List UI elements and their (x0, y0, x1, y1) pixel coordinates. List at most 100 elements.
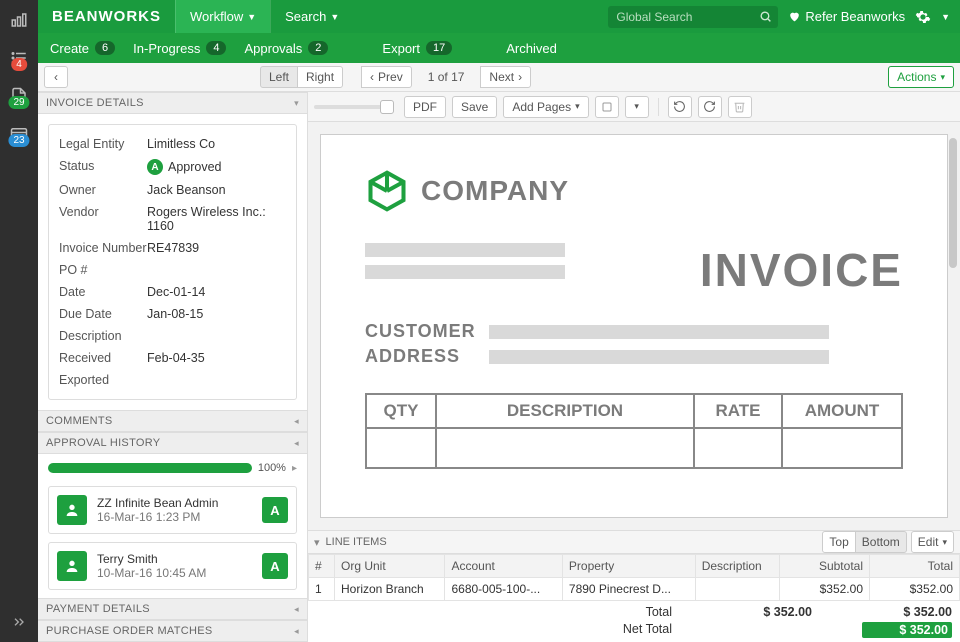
chevron-left-icon: ◂ (294, 438, 299, 449)
top-button[interactable]: Top (822, 531, 855, 553)
sub-nav: Create6 In-Progress4 Approvals2 Export17… (38, 33, 960, 63)
line-items-header: ▾ LINE ITEMS Top Bottom Edit ▾ (308, 530, 960, 554)
col-org[interactable]: Org Unit (335, 555, 445, 578)
expand-icon[interactable] (9, 612, 29, 632)
table-row[interactable]: 1 Horizon Branch 6680-005-100-... 7890 P… (309, 578, 960, 601)
zoom-slider[interactable] (314, 105, 394, 109)
value-received: Feb-04-35 (147, 351, 286, 365)
brand-logo[interactable]: BEANWORKS (38, 0, 175, 33)
back-button[interactable]: ‹ (44, 66, 68, 88)
caret-down-icon: ▾ (575, 101, 580, 112)
scrollbar[interactable] (949, 138, 957, 268)
add-pages-button[interactable]: Add Pages ▾ (503, 96, 588, 118)
chart-icon[interactable] (9, 10, 29, 30)
col-rate: RATE (695, 395, 783, 427)
caret-button[interactable]: ▾ (625, 96, 649, 118)
label-date: Date (59, 285, 147, 299)
tab-export[interactable]: Export17 (382, 41, 452, 56)
global-search-input[interactable] (608, 6, 778, 28)
col-description[interactable]: Description (695, 555, 779, 578)
caret-down-icon[interactable]: ▼ (941, 12, 950, 22)
col-qty: QTY (367, 395, 437, 427)
invoice-table: QTY DESCRIPTION RATE AMOUNT (365, 393, 903, 469)
right-pane: PDF Save Add Pages ▾ ▾ (308, 92, 960, 642)
edit-button[interactable]: Edit ▾ (911, 531, 954, 553)
col-num[interactable]: # (309, 555, 335, 578)
approval-badge: A (262, 553, 288, 579)
tab-create[interactable]: Create6 (50, 41, 115, 56)
layout-left-button[interactable]: Left (260, 66, 298, 88)
col-account[interactable]: Account (445, 555, 562, 578)
top-bar: BEANWORKS Workflow▼ Search▼ Refer Beanwo… (38, 0, 960, 33)
undo-button[interactable] (668, 96, 692, 118)
checkbox-button[interactable] (595, 96, 619, 118)
value-description (147, 329, 286, 343)
page-toolbar: ‹ Left Right ‹Prev 1 of 17 Next› Actions… (38, 63, 960, 92)
left-pane: INVOICE DETAILS▾ Legal EntityLimitless C… (38, 92, 308, 642)
label-vendor: Vendor (59, 205, 147, 233)
refer-link[interactable]: Refer Beanworks (788, 9, 905, 24)
approver-time: 16-Mar-16 1:23 PM (97, 510, 252, 524)
value-invoice-number: RE47839 (147, 241, 286, 255)
approval-item[interactable]: Terry Smith10-Mar-16 10:45 AM A (48, 542, 297, 590)
caret-down-icon: ▾ (940, 72, 945, 83)
save-button[interactable]: Save (452, 96, 497, 118)
totals: Total$ 352.00$ 352.00 Net Total$ 352.00 (308, 601, 960, 642)
col-amount: AMOUNT (783, 395, 901, 427)
gear-icon[interactable] (915, 9, 931, 25)
tab-archived[interactable]: Archived (506, 41, 557, 56)
delete-button[interactable] (728, 96, 752, 118)
redo-button[interactable] (698, 96, 722, 118)
user-icon (57, 495, 87, 525)
value-po (147, 263, 286, 277)
po-matches-header[interactable]: PURCHASE ORDER MATCHES◂ (38, 620, 307, 642)
tab-approvals[interactable]: Approvals2 (244, 41, 328, 56)
label-description: Description (59, 329, 147, 343)
user-icon (57, 551, 87, 581)
payment-details-header[interactable]: PAYMENT DETAILS◂ (38, 598, 307, 620)
actions-button[interactable]: Actions▾ (888, 66, 954, 88)
caret-down-icon: ▼ (247, 12, 256, 22)
document-badge: 29 (8, 96, 29, 109)
col-property[interactable]: Property (562, 555, 695, 578)
invoice-page: COMPANY INVOICE CUSTOMER ADDRESS (320, 134, 948, 518)
col-subtotal[interactable]: Subtotal (780, 555, 870, 578)
pdf-button[interactable]: PDF (404, 96, 446, 118)
label-po: PO # (59, 263, 147, 277)
heart-icon (788, 10, 801, 23)
approver-time: 10-Mar-16 10:45 AM (97, 566, 252, 580)
placeholder-lines (365, 243, 565, 279)
chevron-left-icon: ◂ (294, 416, 299, 427)
value-legal-entity: Limitless Co (147, 137, 286, 151)
net-total-label: Net Total (582, 622, 672, 638)
search-icon[interactable] (759, 10, 772, 23)
next-button[interactable]: Next› (480, 66, 531, 88)
prev-button[interactable]: ‹Prev (361, 66, 412, 88)
approval-item[interactable]: ZZ Infinite Bean Admin16-Mar-16 1:23 PM … (48, 486, 297, 534)
line-items-table: # Org Unit Account Property Description … (308, 554, 960, 601)
invoice-title: INVOICE (700, 243, 903, 297)
document-viewer[interactable]: COMPANY INVOICE CUSTOMER ADDRESS (308, 122, 960, 530)
chevron-left-icon: ‹ (54, 70, 58, 84)
label-invoice-number: Invoice Number (59, 241, 147, 255)
approval-history-header[interactable]: APPROVAL HISTORY◂ (38, 432, 307, 454)
invoice-details-header[interactable]: INVOICE DETAILS▾ (38, 92, 307, 114)
caret-down-icon[interactable]: ▾ (314, 536, 320, 549)
value-exported (147, 373, 286, 387)
approval-percent: 100% (258, 462, 286, 474)
col-total[interactable]: Total (870, 555, 960, 578)
comments-header[interactable]: COMMENTS◂ (38, 410, 307, 432)
chevron-left-icon: ‹ (370, 70, 374, 84)
customer-label: CUSTOMER (365, 321, 475, 342)
tab-inprogress[interactable]: In-Progress4 (133, 41, 226, 56)
cube-icon (365, 169, 409, 213)
chevron-right-icon[interactable]: ▸ (292, 463, 297, 474)
menu-search[interactable]: Search▼ (270, 0, 353, 33)
line-items-title: LINE ITEMS (326, 536, 387, 548)
layout-right-button[interactable]: Right (297, 66, 343, 88)
menu-workflow[interactable]: Workflow▼ (175, 0, 270, 33)
bottom-button[interactable]: Bottom (855, 531, 907, 553)
total-total: $ 352.00 (862, 605, 952, 619)
caret-down-icon: ▾ (294, 98, 299, 109)
list-badge: 4 (11, 58, 27, 71)
